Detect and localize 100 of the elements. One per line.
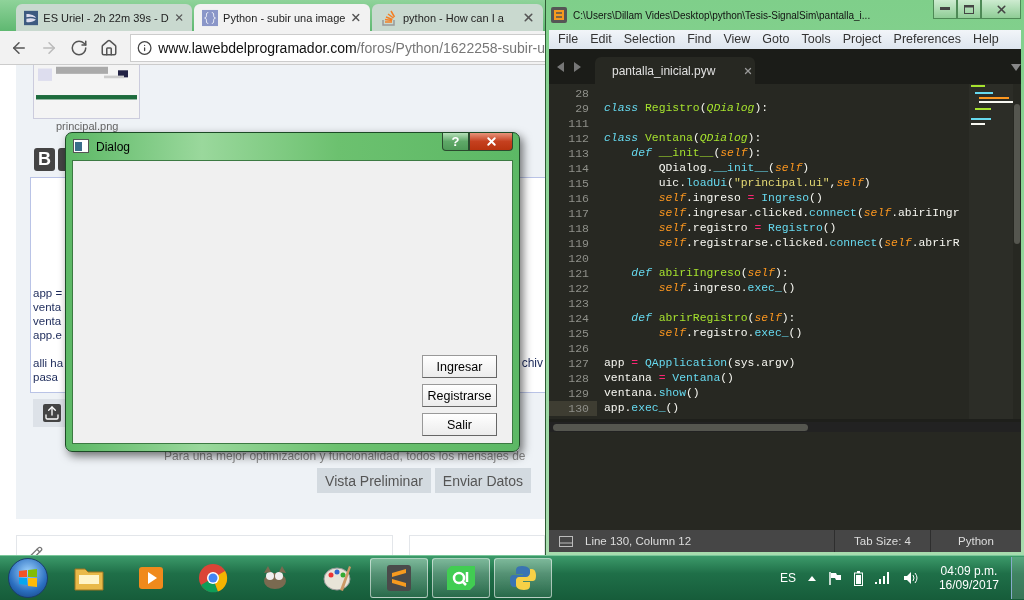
window-title: C:\Users\Dillam Vides\Desktop\python\Tesis-SignalSim\pantalla_i... bbox=[573, 9, 872, 21]
menu-item[interactable]: Goto bbox=[756, 30, 796, 49]
snakes-icon bbox=[509, 564, 537, 592]
browser-tab[interactable]: ES Uriel - 2h 22m 39s - D bbox=[16, 4, 192, 31]
scrollbar-thumb[interactable] bbox=[553, 423, 808, 431]
info-icon[interactable] bbox=[137, 39, 153, 56]
menu-item[interactable]: Project bbox=[836, 30, 888, 49]
line-number: 118 bbox=[567, 221, 590, 236]
dialog-button[interactable]: Ingresar bbox=[422, 355, 497, 378]
taskbar-button[interactable] bbox=[494, 558, 552, 598]
battery-icon[interactable] bbox=[853, 570, 863, 586]
signal-icon[interactable] bbox=[874, 572, 891, 584]
text-line: venta bbox=[33, 314, 62, 328]
line-number: 130 bbox=[549, 401, 597, 416]
line-number: 117 bbox=[567, 206, 590, 221]
menu-item[interactable]: Selection bbox=[617, 30, 682, 49]
close-icon[interactable] bbox=[743, 65, 754, 76]
line-number: 115 bbox=[567, 176, 590, 191]
form-button[interactable]: Enviar Datos bbox=[434, 468, 531, 493]
text-line: venta bbox=[33, 300, 62, 314]
minimize-icon bbox=[940, 7, 950, 11]
menu-item[interactable]: Help bbox=[966, 30, 1005, 49]
menu-item[interactable]: Preferences bbox=[887, 30, 967, 49]
dialog-button[interactable]: Registrarse bbox=[422, 384, 497, 407]
browser-tab[interactable]: python - How can I a bbox=[372, 4, 543, 31]
file-name: principal.png bbox=[56, 120, 120, 132]
close-button[interactable] bbox=[469, 133, 513, 151]
menu-item[interactable]: Edit bbox=[584, 30, 618, 49]
taskbar-button[interactable] bbox=[370, 558, 428, 598]
dialog-button[interactable]: Salir bbox=[422, 413, 497, 436]
caret-icon[interactable] bbox=[807, 575, 816, 581]
line-number: 123 bbox=[567, 296, 590, 311]
menu-item[interactable]: Tools bbox=[795, 30, 837, 49]
panel-icon[interactable] bbox=[559, 535, 573, 547]
cursor-position: Line 130, Column 12 bbox=[585, 535, 692, 547]
dialog-title: Dialog bbox=[96, 140, 132, 154]
taskbar-button[interactable] bbox=[432, 558, 490, 598]
text-line: alli ha bbox=[33, 356, 64, 370]
browser-tab[interactable]: Python - subir una image bbox=[194, 4, 370, 31]
line-number: 120 bbox=[567, 251, 590, 266]
tab-size[interactable]: Tab Size: 4 bbox=[834, 530, 930, 552]
app-icon bbox=[551, 7, 567, 23]
upload-icon[interactable] bbox=[43, 404, 61, 422]
logo-icon bbox=[24, 8, 39, 27]
line-number: 113 bbox=[567, 146, 590, 161]
line-number: 125 bbox=[567, 326, 590, 341]
reload-icon[interactable] bbox=[70, 38, 88, 57]
browser-icon bbox=[198, 563, 228, 593]
code-line: QDialog.__init__(self) bbox=[657, 161, 810, 176]
dropdown-icon[interactable] bbox=[1011, 64, 1021, 71]
code-line: def __init__(self): bbox=[630, 146, 762, 161]
file-tab[interactable]: pantalla_inicial.pyw bbox=[595, 57, 755, 84]
code-line: self.registro = Registro() bbox=[657, 221, 837, 236]
close-icon[interactable] bbox=[350, 11, 362, 24]
clock[interactable]: 04:09 p.m. 16/09/2017 bbox=[938, 564, 999, 592]
line-number: 126 bbox=[567, 341, 590, 356]
line-number: 111 bbox=[567, 116, 590, 131]
menu-item[interactable]: View bbox=[717, 30, 757, 49]
code-line: class Registro(QDialog): bbox=[604, 101, 769, 116]
syntax-label[interactable]: Python bbox=[930, 530, 1021, 552]
line-number: 119 bbox=[567, 236, 590, 251]
code-line: self.registrarse.clicked.connect(self.abrirR bbox=[657, 236, 960, 251]
line-number: 127 bbox=[567, 356, 590, 371]
maximize-button[interactable] bbox=[957, 0, 981, 19]
form-button[interactable]: Vista Preliminar bbox=[317, 468, 431, 493]
close-icon[interactable] bbox=[173, 11, 184, 24]
scrollbar-thumb[interactable] bbox=[1014, 104, 1020, 244]
code-line: self.ingreso = Ingreso() bbox=[657, 191, 823, 206]
minimize-button[interactable] bbox=[933, 0, 957, 19]
close-icon[interactable] bbox=[522, 11, 535, 24]
line-number: 124 bbox=[567, 311, 590, 326]
code-line: uic.loadUi("principal.ui",self) bbox=[657, 176, 871, 191]
stack-icon bbox=[380, 8, 398, 27]
code-line: class Ventana(QDialog): bbox=[604, 131, 762, 146]
text-line: app = bbox=[33, 286, 63, 300]
code-line: def abrirRegistro(self): bbox=[630, 311, 796, 326]
line-number: 128 bbox=[567, 371, 590, 386]
line-number: 114 bbox=[567, 161, 590, 176]
code-editor-icon bbox=[386, 564, 412, 592]
tab-arrows-icon[interactable] bbox=[557, 62, 581, 72]
flag-icon[interactable] bbox=[827, 571, 842, 585]
close-button[interactable] bbox=[981, 0, 1021, 19]
braces-icon bbox=[202, 8, 219, 27]
line-number: 122 bbox=[567, 281, 590, 296]
address-bar[interactable]: www.lawebdelprogramador.com/foros/Python/1622258-subir-u bbox=[130, 33, 545, 62]
code-line: ventana = Ventana() bbox=[604, 371, 734, 386]
line-number: 29 bbox=[574, 101, 590, 116]
code-line: ventana.show() bbox=[604, 386, 700, 401]
bold-button[interactable]: B bbox=[34, 148, 55, 171]
windows-logo-icon bbox=[18, 568, 38, 588]
speaker-icon[interactable] bbox=[902, 571, 919, 585]
minimap-drawing bbox=[969, 84, 1013, 126]
menu-item[interactable]: Find bbox=[681, 30, 718, 49]
code-line: self.registro.exec_() bbox=[657, 326, 803, 341]
start-button[interactable] bbox=[8, 558, 48, 598]
text-line: app.e bbox=[33, 328, 62, 342]
menu-item[interactable]: File bbox=[552, 30, 585, 49]
home-icon[interactable] bbox=[100, 38, 118, 57]
language-indicator[interactable]: ES bbox=[779, 571, 796, 585]
code-line: def abiriIngreso(self): bbox=[630, 266, 789, 281]
